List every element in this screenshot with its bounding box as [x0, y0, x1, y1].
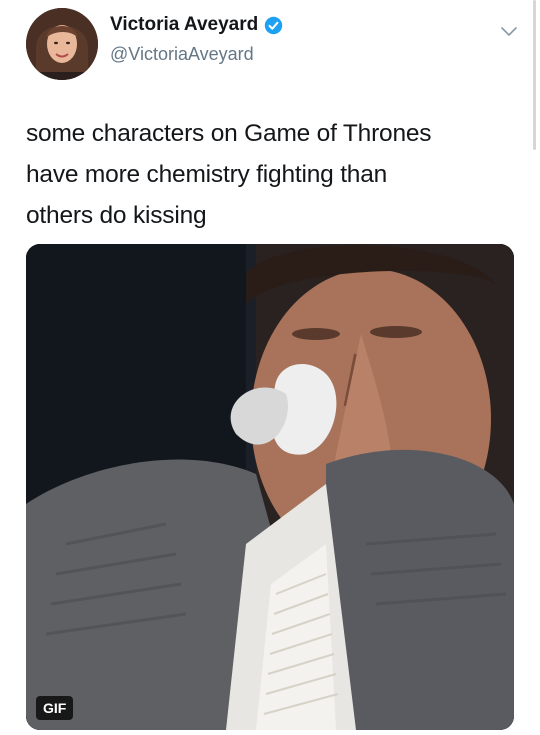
avatar[interactable]: [26, 8, 98, 80]
name-row: Victoria Aveyard: [110, 14, 283, 36]
display-name[interactable]: Victoria Aveyard: [110, 14, 258, 36]
scrollbar[interactable]: [533, 0, 536, 150]
tweet-text-line: others do kissing: [26, 202, 207, 229]
tweet-card[interactable]: Victoria Aveyard @VictoriaAveyard some c…: [0, 0, 540, 735]
tweet-text-line: some characters on Game of Thrones: [26, 120, 432, 147]
verified-badge-icon: [265, 16, 283, 34]
gif-media[interactable]: GIF: [26, 244, 514, 730]
gif-frame-image: [26, 244, 514, 730]
avatar-image: [26, 8, 98, 80]
gif-badge: GIF: [36, 696, 74, 720]
tweet-text-line: have more chemistry fighting than: [26, 161, 388, 188]
tweet-text: some characters on Game of Thrones have …: [26, 113, 526, 236]
user-handle[interactable]: @VictoriaAveyard: [110, 44, 254, 65]
chevron-down-icon[interactable]: [500, 26, 518, 38]
